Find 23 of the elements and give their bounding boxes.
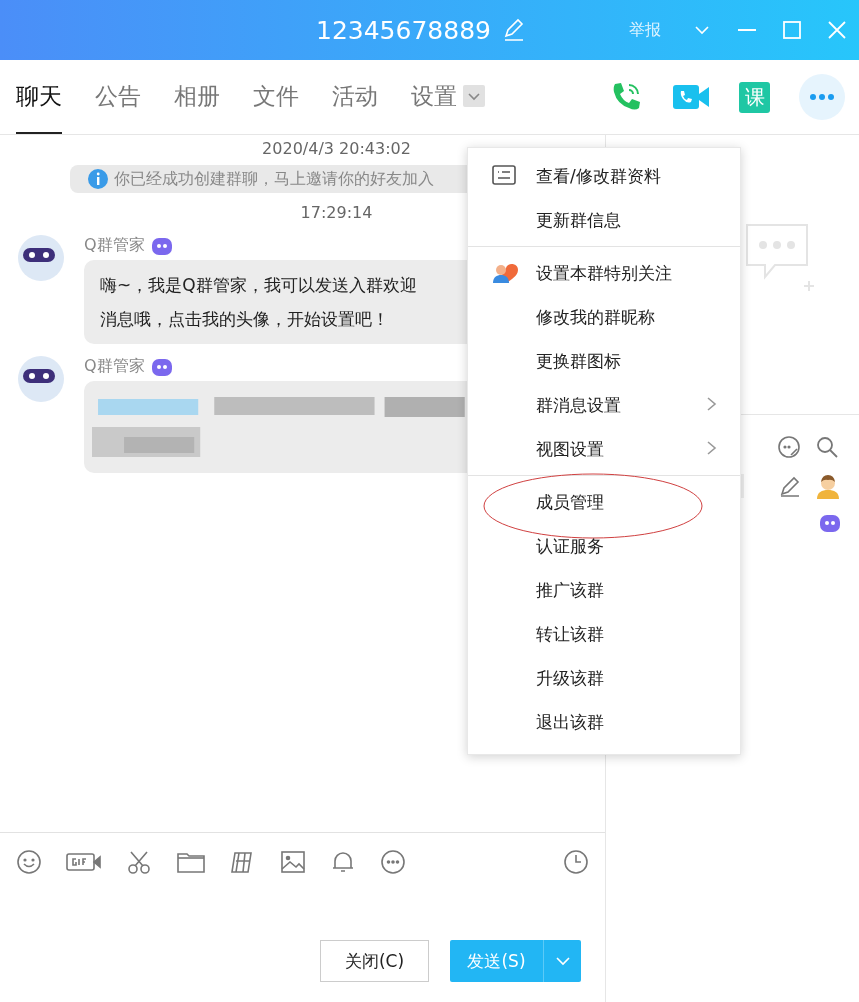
window-title: 12345678889 — [316, 15, 491, 45]
menu-item[interactable]: 群消息设置 — [468, 383, 740, 427]
menu-item[interactable]: 退出该群 — [468, 700, 740, 744]
close-chat-button[interactable]: 关闭(C) — [320, 940, 429, 982]
menu-item[interactable]: 成员管理 — [468, 480, 740, 524]
menu-item[interactable]: 查看/修改群资料 — [468, 154, 740, 198]
tab[interactable]: 聊天 — [16, 72, 62, 134]
tab[interactable]: 文件 — [253, 72, 299, 134]
menu-item[interactable]: 升级该群 — [468, 656, 740, 700]
menu-item[interactable]: 转让该群 — [468, 612, 740, 656]
menu-item[interactable]: 认证服务 — [468, 524, 740, 568]
menu-item[interactable]: 视图设置 — [468, 427, 740, 471]
tab[interactable]: 设置 — [411, 72, 485, 134]
menu-item[interactable]: 更新群信息 — [468, 198, 740, 242]
notice-text: 你已经成功创建群聊，马上邀请你的好友加入 — [114, 168, 434, 190]
timestamp: 17:29:14 — [300, 203, 373, 224]
tab[interactable]: 相册 — [174, 72, 220, 134]
sender-name: Q群管家 — [84, 235, 145, 256]
menu-item[interactable]: 推广该群 — [468, 568, 740, 612]
timestamp: 2020/4/3 20:43:02 — [262, 139, 411, 160]
sender-name: Q群管家 — [84, 356, 145, 377]
tab[interactable]: 公告 — [95, 72, 141, 134]
tab[interactable]: 活动 — [332, 72, 378, 134]
